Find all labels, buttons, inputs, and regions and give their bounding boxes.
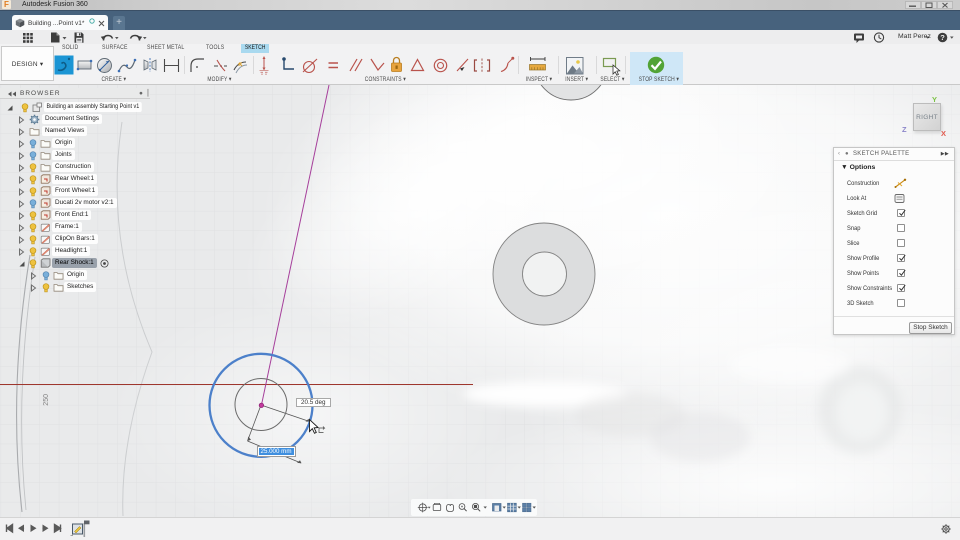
svg-text:250: 250 (43, 394, 50, 406)
svg-text:?: ? (940, 33, 945, 42)
